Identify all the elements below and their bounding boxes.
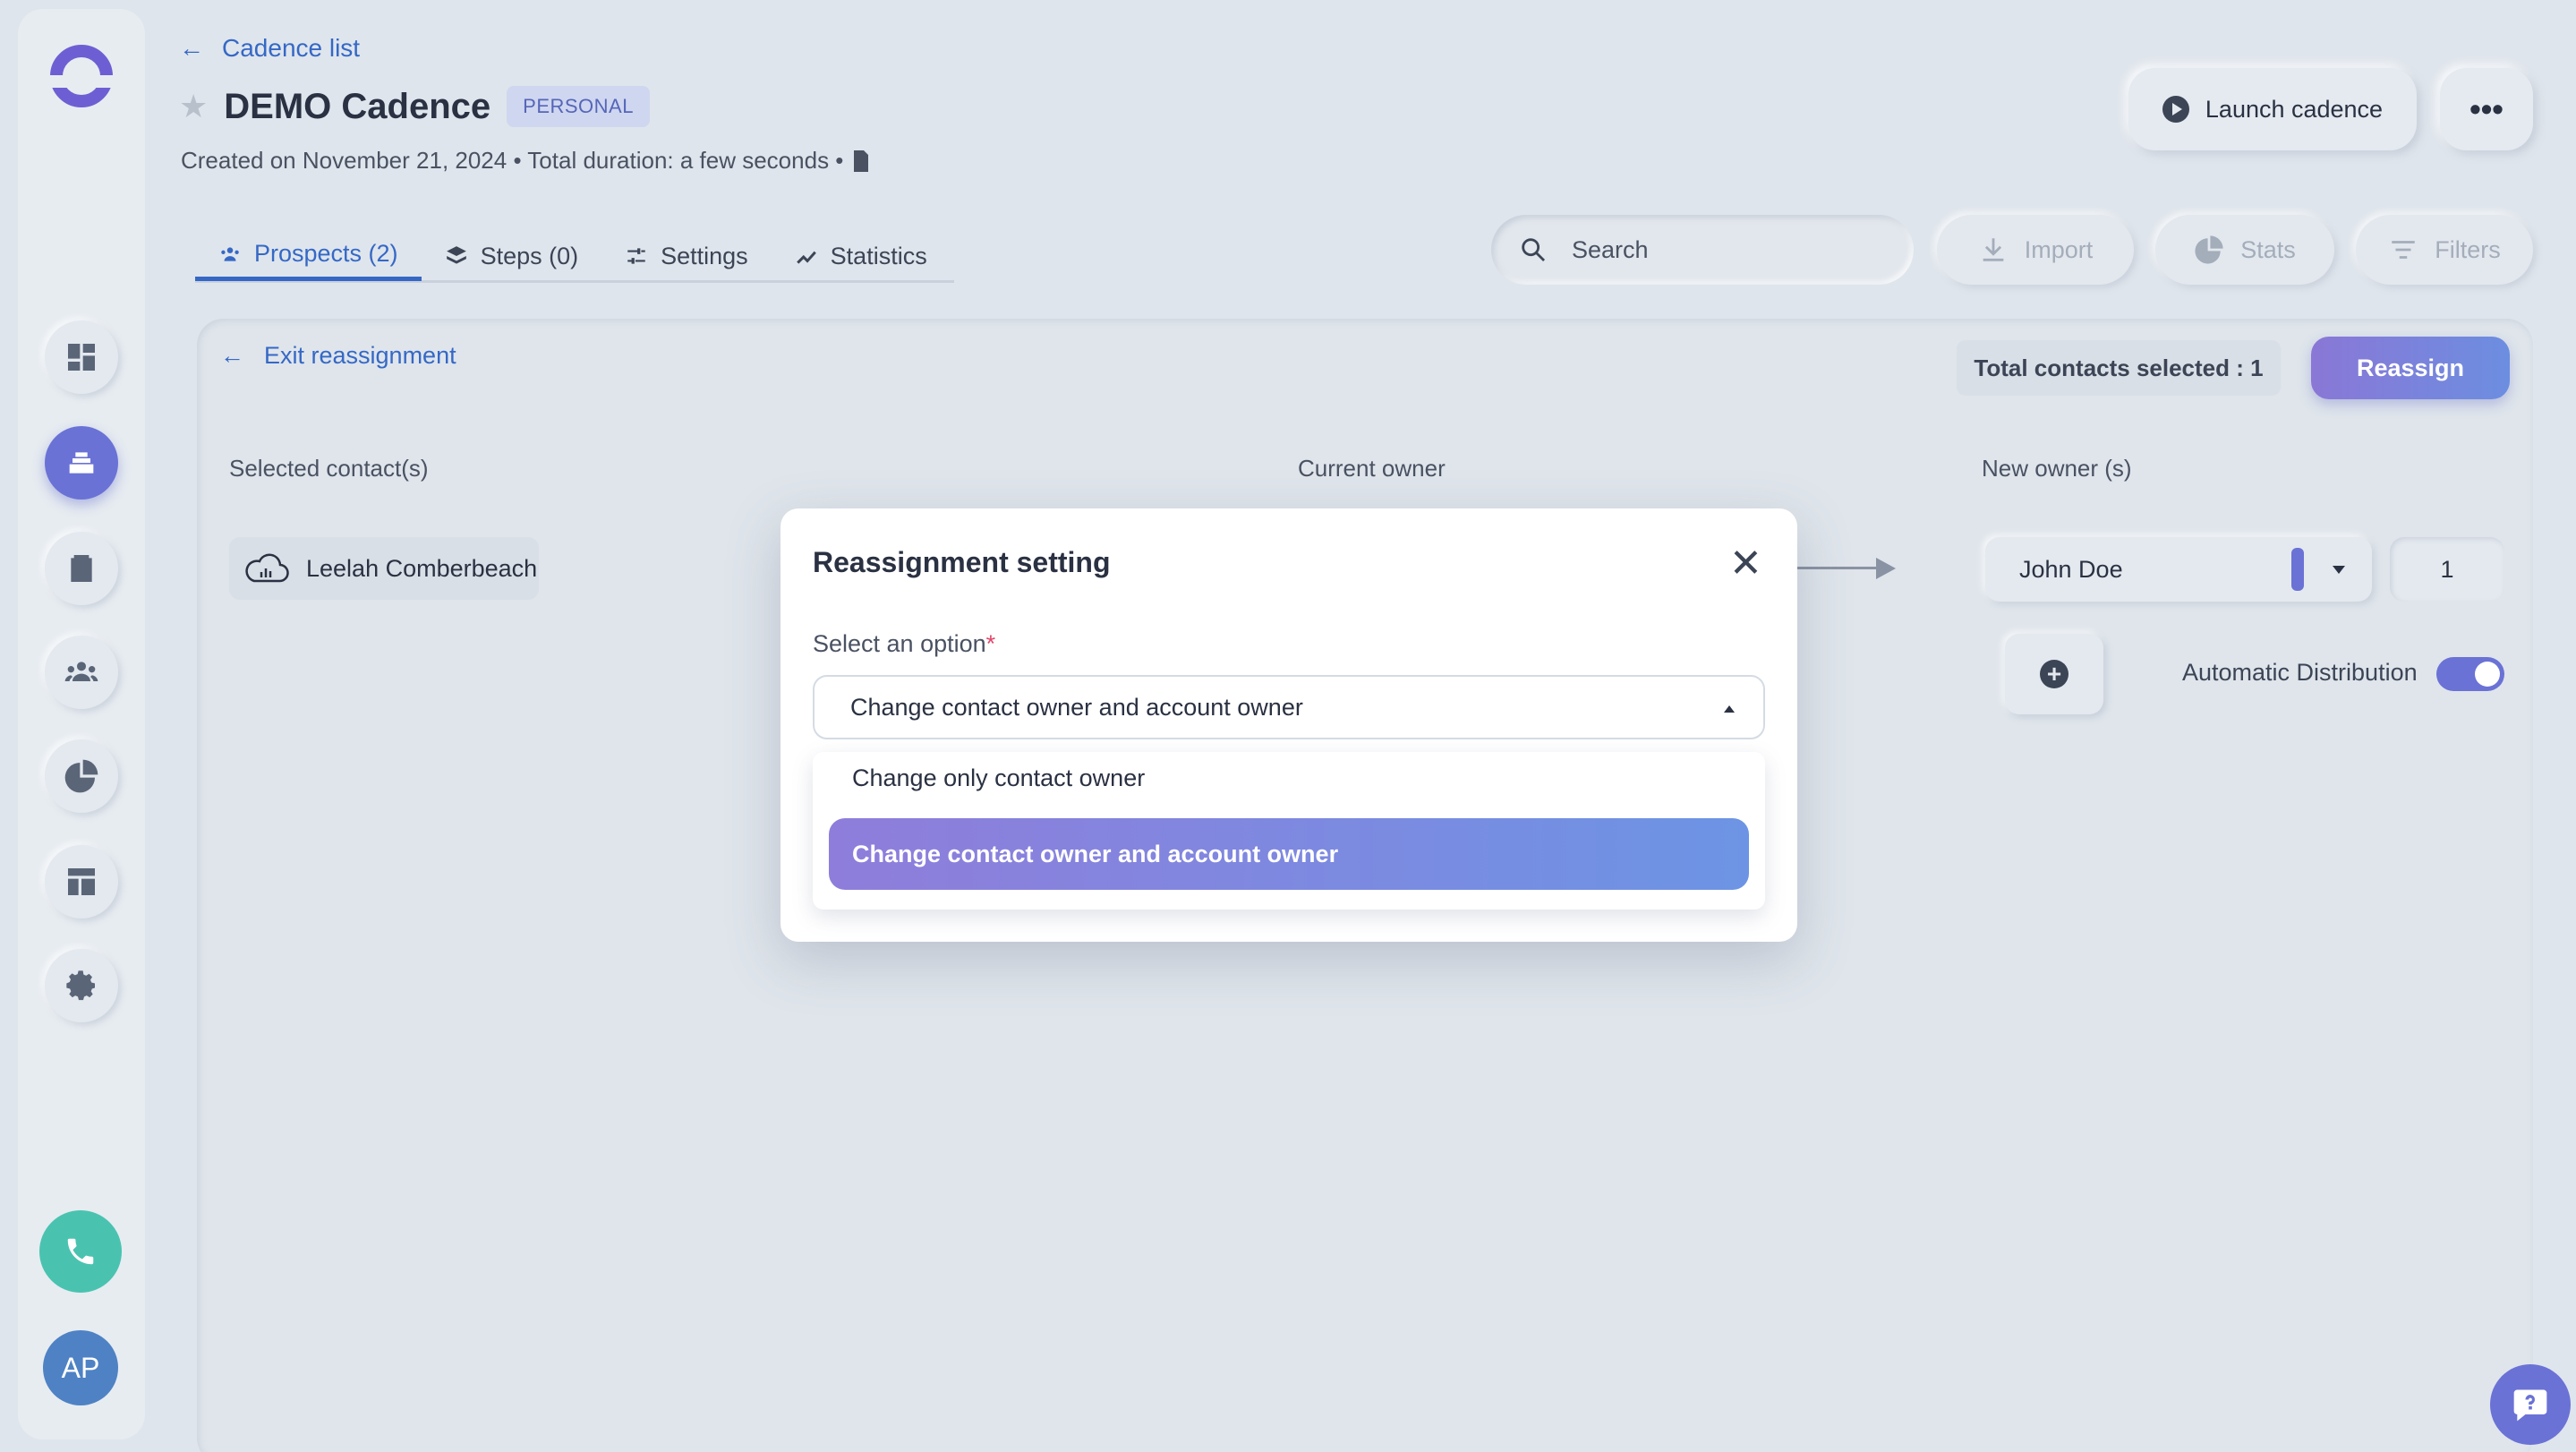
- user-avatar[interactable]: AP: [43, 1330, 118, 1405]
- reassign-button[interactable]: Reassign: [2311, 337, 2510, 399]
- col-new-owner: New owner (s): [1982, 455, 2132, 482]
- new-owner-select[interactable]: John Doe: [1985, 537, 2372, 602]
- tab-settings[interactable]: Settings: [601, 231, 772, 281]
- close-icon[interactable]: ✕: [1729, 544, 1762, 584]
- more-options-button[interactable]: •••: [2440, 68, 2533, 150]
- import-label: Import: [2024, 235, 2094, 263]
- launch-cadence-label: Launch cadence: [2205, 95, 2384, 123]
- tab-prospects[interactable]: Prospects (2): [195, 231, 422, 281]
- option-select-value: Change contact owner and account owner: [850, 693, 1303, 721]
- filter-icon: [2392, 241, 2415, 259]
- tab-statistics-label: Statistics: [830, 242, 927, 269]
- filters-label: Filters: [2435, 235, 2501, 263]
- option-select[interactable]: Change contact owner and account owner: [813, 675, 1765, 739]
- dashboard-icon[interactable]: [45, 320, 118, 394]
- clipboard-icon[interactable]: [45, 532, 118, 605]
- tab-prospects-label: Prospects (2): [254, 240, 398, 267]
- tab-bar: Prospects (2) Steps (0) Settings Statist…: [195, 231, 954, 283]
- download-icon: [1983, 238, 2004, 261]
- personal-badge: PERSONAL: [507, 86, 650, 127]
- template-icon[interactable]: [45, 845, 118, 918]
- col-current-owner: Current owner: [1298, 455, 1446, 482]
- salesforce-cloud-icon: [245, 553, 289, 583]
- contact-name: Leelah Comberbeach: [306, 554, 538, 582]
- play-icon: [2162, 96, 2189, 123]
- gear-icon[interactable]: [45, 949, 118, 1022]
- app-logo[interactable]: [48, 45, 115, 107]
- option-dropdown: Change only contact owner Change contact…: [813, 752, 1765, 910]
- people-icon: [221, 246, 239, 261]
- exit-reassignment-link[interactable]: ← Exit reassignment: [220, 342, 456, 370]
- pie-chart-icon[interactable]: [45, 739, 118, 813]
- arrow-left-icon: ←: [179, 34, 204, 62]
- cadence-icon[interactable]: [45, 426, 118, 500]
- option-change-contact-and-account-owner[interactable]: Change contact owner and account owner: [829, 818, 1749, 890]
- add-owner-button[interactable]: +: [2005, 634, 2103, 714]
- help-chat-button[interactable]: [2490, 1364, 2571, 1445]
- new-owner-value: John Doe: [2019, 555, 2123, 583]
- launch-cadence-button[interactable]: Launch cadence: [2128, 68, 2417, 150]
- search-input[interactable]: [1572, 235, 1876, 264]
- tab-statistics[interactable]: Statistics: [772, 231, 951, 281]
- tab-steps-label: Steps (0): [480, 242, 579, 269]
- search-icon: [1522, 238, 1546, 262]
- stats-button[interactable]: Stats: [2155, 215, 2334, 285]
- exit-reassignment-label: Exit reassignment: [264, 342, 456, 369]
- field-label-text: Select an option: [813, 630, 986, 657]
- title-row: ★ DEMO Cadence PERSONAL: [179, 86, 650, 127]
- plus-icon: +: [2040, 660, 2068, 688]
- star-icon[interactable]: ★: [179, 88, 208, 125]
- phone-icon[interactable]: [39, 1210, 122, 1293]
- pie-icon: [2195, 235, 2223, 264]
- arrow-connector: [1797, 567, 1878, 569]
- arrow-right-icon: [1876, 558, 1896, 579]
- reassignment-setting-modal: Reassignment setting ✕ Select an option*…: [780, 508, 1797, 942]
- chevron-down-icon: [2333, 566, 2345, 574]
- total-contacts-selected: Total contacts selected : 1: [1957, 340, 2281, 396]
- import-button[interactable]: Import: [1937, 215, 2134, 285]
- stats-label: Stats: [2240, 235, 2296, 263]
- filters-button[interactable]: Filters: [2356, 215, 2533, 285]
- document-icon[interactable]: [852, 149, 870, 172]
- chat-help-icon: [2513, 1389, 2547, 1422]
- sliders-icon: [627, 248, 645, 264]
- back-link-label: Cadence list: [222, 34, 361, 62]
- col-selected-contacts: Selected contact(s): [229, 455, 429, 482]
- required-mark: *: [985, 630, 996, 657]
- select-option-label: Select an option*: [813, 630, 995, 658]
- meta-text: Created on November 21, 2024 • Total dur…: [181, 147, 844, 174]
- layers-icon: [446, 246, 466, 264]
- search-box: [1491, 215, 1914, 285]
- arrow-left-icon: ←: [220, 342, 244, 369]
- cadence-meta: Created on November 21, 2024 • Total dur…: [181, 147, 870, 175]
- sidebar: AP: [18, 9, 145, 1439]
- tab-steps[interactable]: Steps (0): [422, 231, 602, 281]
- team-icon[interactable]: [45, 636, 118, 709]
- tab-settings-label: Settings: [661, 242, 748, 269]
- automatic-distribution-label: Automatic Distribution: [2182, 659, 2418, 686]
- trend-icon: [796, 251, 816, 264]
- chevron-up-icon: [1724, 705, 1735, 713]
- owner-quantity-input[interactable]: 1: [2390, 537, 2504, 602]
- modal-title: Reassignment setting: [813, 546, 1111, 578]
- page-title: DEMO Cadence: [224, 86, 491, 126]
- automatic-distribution-toggle[interactable]: [2436, 657, 2504, 691]
- contact-chip: Leelah Comberbeach: [229, 537, 539, 600]
- option-change-only-contact-owner[interactable]: Change only contact owner: [852, 764, 1145, 792]
- owner-color-bar: [2291, 548, 2304, 591]
- back-to-cadence-list[interactable]: ← Cadence list: [179, 34, 360, 63]
